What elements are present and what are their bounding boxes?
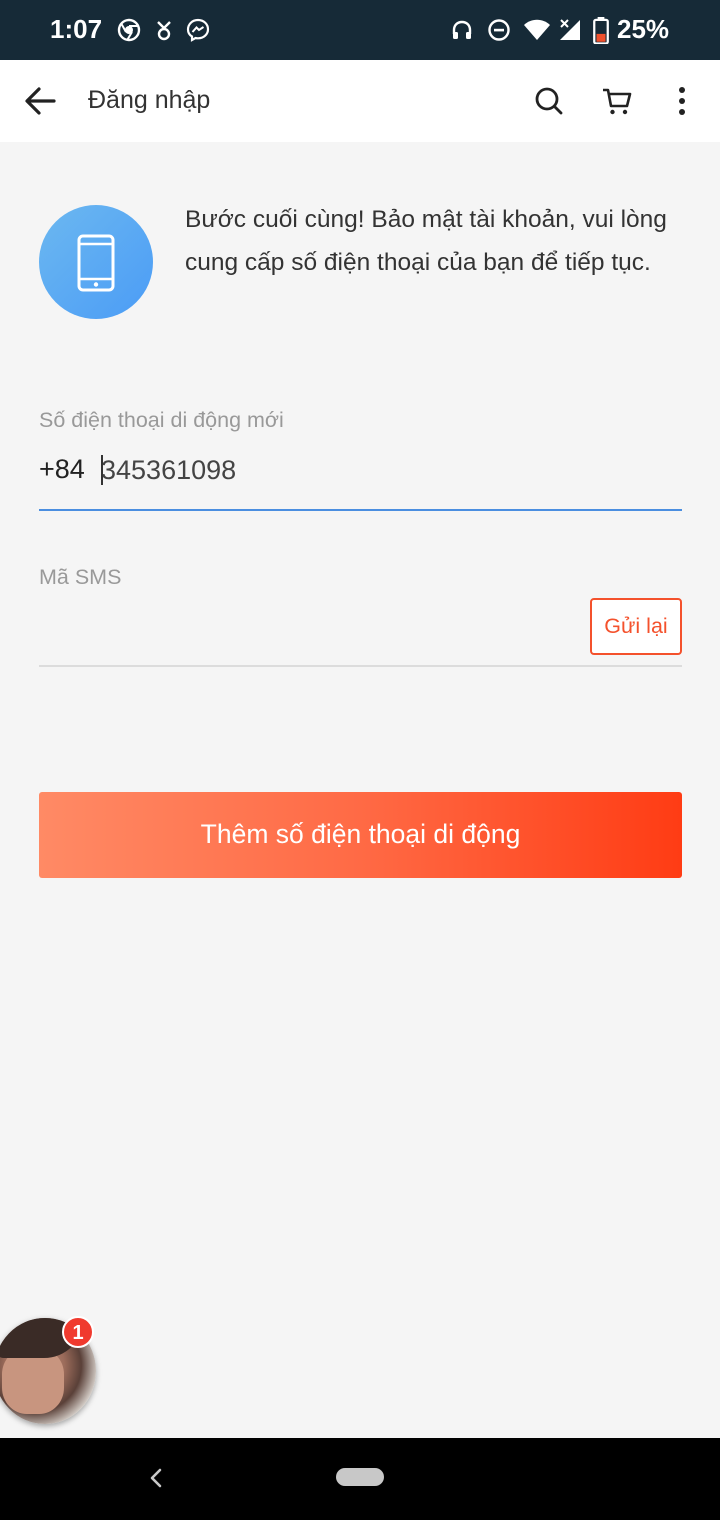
intro-message: Bước cuối cùng! Bảo mật tài khoản, vui l… bbox=[185, 206, 667, 276]
messenger-icon bbox=[186, 18, 210, 42]
battery-icon bbox=[593, 17, 609, 44]
location-icon bbox=[157, 21, 171, 41]
add-phone-button[interactable]: Thêm số điện thoại di động bbox=[39, 792, 682, 878]
phone-field-label: Số điện thoại di động mới bbox=[39, 408, 284, 432]
phone-input[interactable] bbox=[101, 450, 501, 490]
notification-badge: 1 bbox=[62, 1316, 94, 1348]
app-bar: Đăng nhập bbox=[0, 60, 720, 142]
chrome-icon bbox=[117, 18, 141, 42]
page-title: Đăng nhập bbox=[88, 86, 211, 114]
headphones-icon bbox=[452, 20, 472, 39]
resend-button[interactable]: Gửi lại bbox=[590, 598, 682, 655]
country-code[interactable]: +84 bbox=[39, 454, 85, 485]
search-icon[interactable] bbox=[532, 84, 566, 118]
sms-field-label: Mã SMS bbox=[39, 565, 122, 589]
nav-back-icon[interactable] bbox=[146, 1464, 166, 1492]
system-nav-bar bbox=[0, 1438, 720, 1520]
battery-percent: 25% bbox=[617, 14, 670, 44]
back-arrow-icon[interactable] bbox=[22, 82, 60, 120]
nav-home-pill[interactable] bbox=[336, 1468, 384, 1486]
smartphone-illustration bbox=[39, 205, 153, 319]
dnd-icon bbox=[488, 19, 510, 41]
sms-code-input[interactable] bbox=[39, 605, 579, 649]
wifi-icon bbox=[524, 19, 550, 40]
sms-field-underline bbox=[39, 665, 682, 667]
more-vert-icon[interactable] bbox=[665, 84, 699, 118]
smartphone-icon bbox=[77, 234, 115, 292]
status-bar: 1:07 25% bbox=[0, 0, 720, 60]
signal-icon bbox=[560, 19, 580, 40]
status-time: 1:07 bbox=[50, 14, 103, 44]
text-caret bbox=[101, 455, 103, 485]
phone-field-underline bbox=[39, 509, 682, 511]
cart-icon[interactable] bbox=[600, 84, 634, 118]
